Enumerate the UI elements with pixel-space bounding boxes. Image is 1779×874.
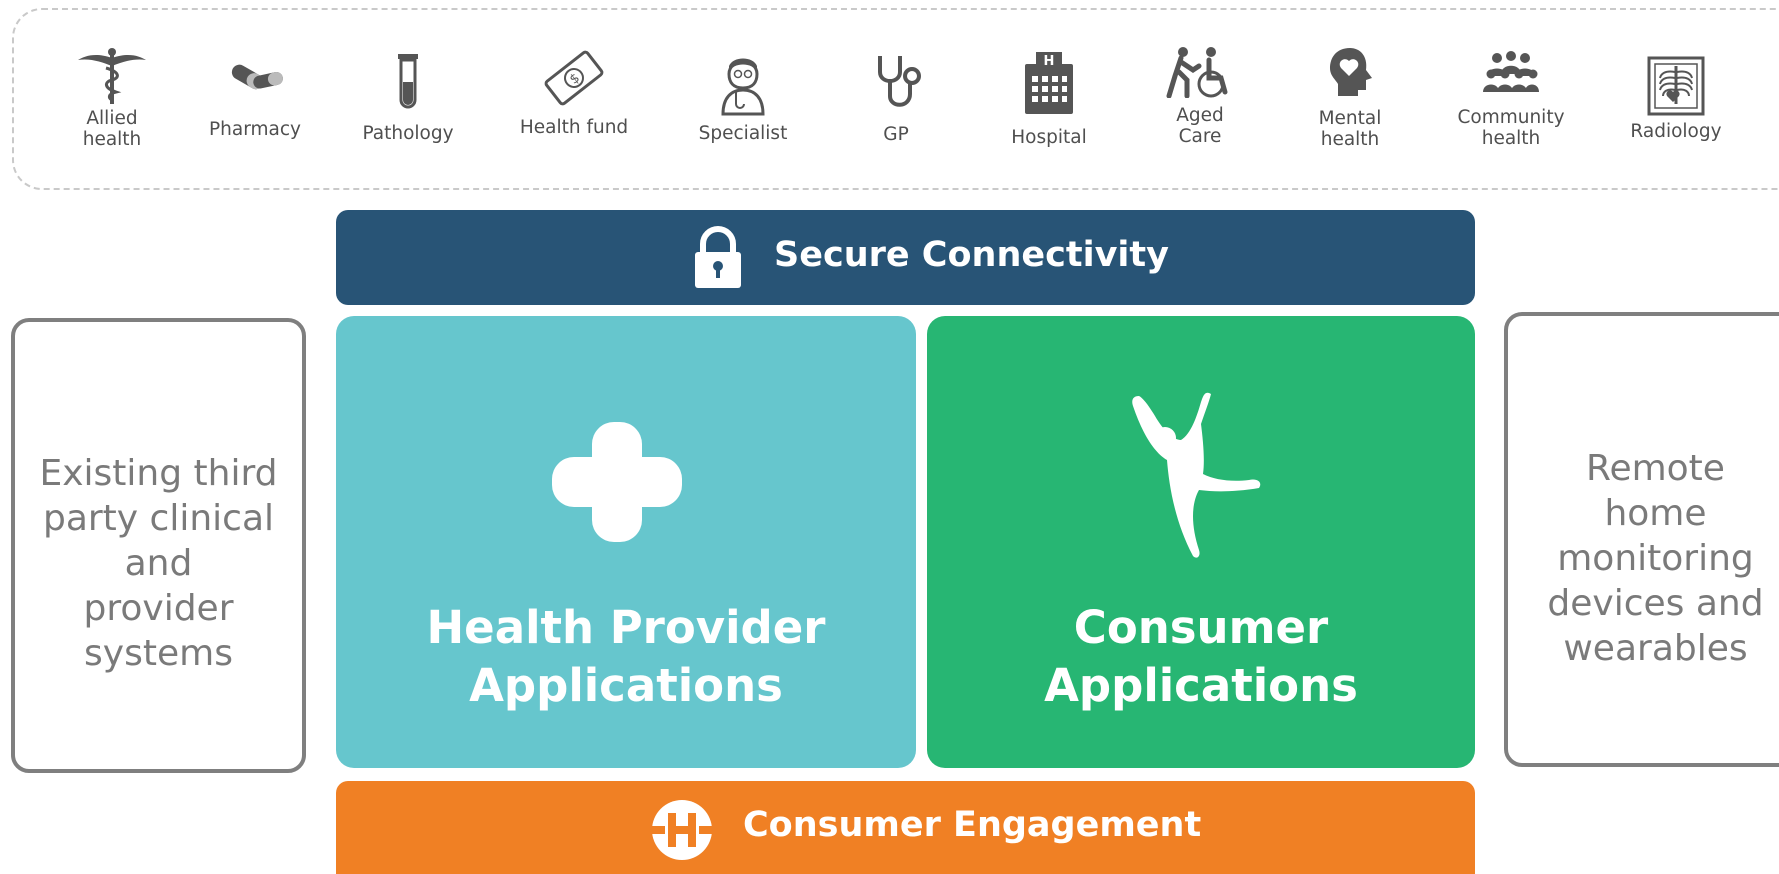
stakeholder-label: Aged Care bbox=[1176, 105, 1224, 147]
consumer-title-line2: Applications bbox=[1044, 659, 1358, 712]
doctor-icon bbox=[721, 58, 765, 116]
money-bill-icon: $ bbox=[544, 50, 604, 106]
health-provider-applications-panel: Health Provider Applications bbox=[336, 316, 916, 768]
people-group-icon bbox=[1483, 51, 1539, 92]
caduceus-icon bbox=[78, 48, 146, 104]
stakeholder-label: Community health bbox=[1457, 107, 1565, 149]
stakeholder-label: Specialist bbox=[698, 123, 788, 144]
pills-icon bbox=[231, 64, 283, 90]
medical-cross-icon bbox=[552, 422, 682, 542]
hospital-building-icon: H bbox=[1025, 52, 1073, 114]
stakeholder-label: Allied health bbox=[82, 108, 142, 150]
head-heart-icon bbox=[1330, 48, 1372, 96]
engagement-logo-icon bbox=[651, 800, 713, 860]
stakeholder-label: Radiology bbox=[1630, 121, 1722, 142]
health-provider-title-line1: Health Provider bbox=[426, 601, 826, 654]
svg-text:H: H bbox=[1044, 54, 1055, 69]
padlock-icon bbox=[695, 226, 741, 288]
consumer-applications-panel: Consumer Applications bbox=[927, 316, 1475, 768]
secure-connectivity-label: Secure Connectivity bbox=[774, 235, 1169, 275]
stakeholder-label: Mental health bbox=[1318, 108, 1382, 150]
stakeholder-label: GP bbox=[883, 124, 909, 145]
remote-monitoring-box: Remote home monitoring devices and weara… bbox=[1504, 312, 1779, 767]
jumping-person-icon bbox=[1132, 392, 1261, 558]
existing-systems-box: Existing third party clinical and provid… bbox=[11, 318, 306, 773]
stakeholder-label: Hospital bbox=[1011, 127, 1087, 148]
stakeholder-label: Pathology bbox=[362, 123, 454, 144]
remote-monitoring-text: Remote home monitoring devices and weara… bbox=[1547, 448, 1764, 669]
consumer-title-line1: Consumer bbox=[1073, 601, 1329, 654]
health-provider-title-line2: Applications bbox=[469, 659, 783, 712]
existing-systems-text: Existing third party clinical and provid… bbox=[39, 453, 278, 674]
stakeholder-label: Health fund bbox=[519, 117, 629, 138]
test-tube-icon bbox=[398, 54, 418, 109]
secure-connectivity-bar: Secure Connectivity bbox=[336, 210, 1475, 305]
xray-icon bbox=[1647, 56, 1705, 116]
stethoscope-icon bbox=[878, 56, 921, 107]
aged-care-icon bbox=[1166, 47, 1228, 98]
stakeholder-label: Pharmacy bbox=[209, 119, 301, 140]
consumer-engagement-bar: Consumer Engagement bbox=[336, 781, 1475, 874]
consumer-engagement-label: Consumer Engagement bbox=[743, 805, 1202, 845]
